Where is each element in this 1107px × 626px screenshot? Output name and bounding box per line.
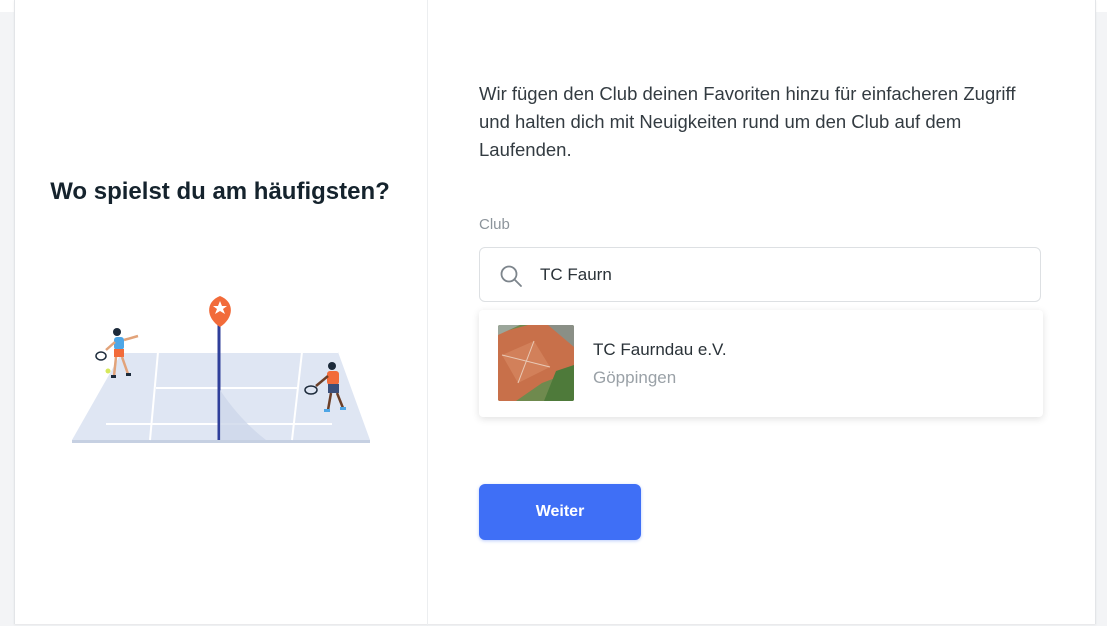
search-icon bbox=[500, 265, 522, 287]
court-edge bbox=[72, 440, 370, 443]
search-results-dropdown: TC Faurndau e.V. Göppingen bbox=[479, 310, 1043, 417]
search-result-item[interactable]: TC Faurndau e.V. Göppingen bbox=[479, 310, 1043, 417]
result-club-city: Göppingen bbox=[593, 368, 677, 387]
tennis-court-illustration bbox=[72, 296, 370, 443]
result-club-name: TC Faurndau e.V. bbox=[593, 340, 727, 359]
club-search-box[interactable] bbox=[479, 247, 1041, 302]
club-thumbnail bbox=[498, 325, 574, 401]
location-pin-icon bbox=[209, 296, 231, 327]
panel-divider bbox=[427, 0, 428, 626]
club-search-input[interactable] bbox=[540, 260, 1010, 290]
continue-button[interactable]: Weiter bbox=[479, 484, 641, 540]
club-field-label: Club bbox=[479, 216, 510, 233]
intro-text: Wir fügen den Club deinen Favoriten hinz… bbox=[479, 83, 1016, 160]
left-panel-title: Wo spielst du am häufigsten? bbox=[50, 178, 390, 205]
